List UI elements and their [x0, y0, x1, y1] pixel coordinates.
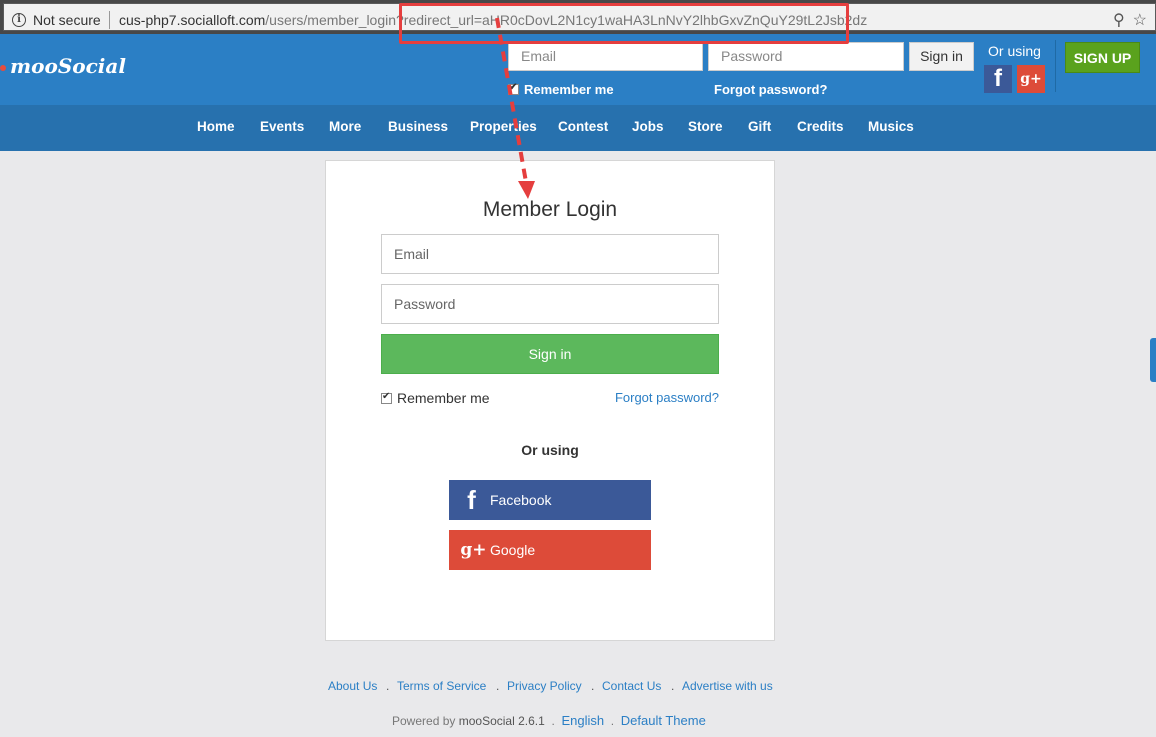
security-label[interactable]: Not secure [33, 12, 101, 28]
header-remember-checkbox[interactable] [508, 82, 519, 95]
footer-link-about-us[interactable]: About Us [328, 679, 377, 693]
footer-language-link[interactable]: English [561, 713, 604, 728]
header-facebook-icon[interactable]: f [984, 65, 1012, 93]
member-login-card: Member Login Email Password Sign in Reme… [325, 160, 775, 641]
google-login-button[interactable]: g+ Google [449, 530, 651, 570]
nav-item-musics[interactable]: Musics [868, 119, 914, 134]
nav-item-events[interactable]: Events [260, 119, 304, 134]
login-remember-checkbox[interactable] [381, 391, 392, 404]
powered-by-brand: mooSocial 2.6.1 [458, 714, 545, 728]
star-icon[interactable]: ☆ [1133, 12, 1147, 29]
login-password-input[interactable]: Password [381, 284, 719, 324]
login-remember-label: Remember me [397, 390, 490, 406]
facebook-login-button[interactable]: f Facebook [449, 480, 651, 520]
facebook-icon: f [467, 484, 476, 515]
site-header: mooSocial Email Password Sign in Remembe… [0, 34, 1156, 105]
header-signin-button[interactable]: Sign in [909, 42, 974, 71]
login-email-input[interactable]: Email [381, 234, 719, 274]
nav-item-properties[interactable]: Properties [470, 119, 537, 134]
footer-link-contact[interactable]: Contact Us [602, 679, 661, 693]
nav-item-jobs[interactable]: Jobs [632, 119, 664, 134]
header-forgot-password-link[interactable]: Forgot password? [714, 82, 827, 97]
key-icon[interactable]: ⚲ [1113, 12, 1125, 29]
footer-link-terms[interactable]: Terms of Service [397, 679, 486, 693]
info-icon[interactable]: i [12, 13, 26, 27]
header-google-plus-icon[interactable]: g+ [1017, 65, 1045, 93]
header-password-input[interactable]: Password [708, 42, 904, 71]
main-nav: Home Events More Business Properties Con… [0, 105, 1156, 151]
header-divider [1055, 40, 1056, 92]
logo-dot-icon [0, 64, 6, 71]
annotation-highlight-box [399, 3, 849, 44]
nav-item-gift[interactable]: Gift [748, 119, 771, 134]
header-or-using: Or using [988, 43, 1041, 59]
footer-link-advertise[interactable]: Advertise with us [682, 679, 773, 693]
footer-separator: . [591, 679, 595, 693]
nav-item-more[interactable]: More [329, 119, 361, 134]
header-remember-me[interactable]: Remember me [508, 82, 614, 97]
nav-item-credits[interactable]: Credits [797, 119, 844, 134]
signup-button[interactable]: SIGN UP [1065, 42, 1140, 73]
footer-separator: . [671, 679, 675, 693]
address-bar-icons: ⚲ ☆ [1105, 10, 1147, 30]
url-host: cus-php7.socialloft.com [119, 12, 266, 28]
login-or-using: Or using [521, 442, 579, 458]
login-remember-me[interactable]: Remember me [381, 390, 490, 406]
powered-by-line: Powered by mooSocial 2.6.1 . English . D… [392, 713, 706, 728]
logo-text: mooSocial [10, 54, 126, 78]
footer-separator: . [386, 679, 390, 693]
footer-separator: . [496, 679, 500, 693]
footer-theme-link[interactable]: Default Theme [621, 713, 706, 728]
nav-item-contest[interactable]: Contest [558, 119, 608, 134]
nav-item-store[interactable]: Store [688, 119, 723, 134]
google-plus-icon: g+ [460, 540, 487, 560]
login-title: Member Login [482, 198, 618, 221]
footer-link-privacy[interactable]: Privacy Policy [507, 679, 582, 693]
header-email-input[interactable]: Email [508, 42, 703, 71]
login-signin-button[interactable]: Sign in [381, 334, 719, 374]
powered-by-label: Powered by [392, 714, 456, 728]
site-logo[interactable]: mooSocial [0, 54, 126, 78]
url-separator [109, 11, 110, 29]
nav-item-home[interactable]: Home [197, 119, 235, 134]
side-edge-tab[interactable] [1150, 338, 1156, 382]
login-forgot-password-link[interactable]: Forgot password? [615, 390, 719, 405]
nav-item-business[interactable]: Business [388, 119, 448, 134]
header-remember-label: Remember me [524, 82, 614, 97]
facebook-label: Facebook [490, 492, 552, 508]
page: i Not secure cus-php7.socialloft.com/use… [0, 0, 1156, 737]
google-label: Google [490, 542, 536, 558]
